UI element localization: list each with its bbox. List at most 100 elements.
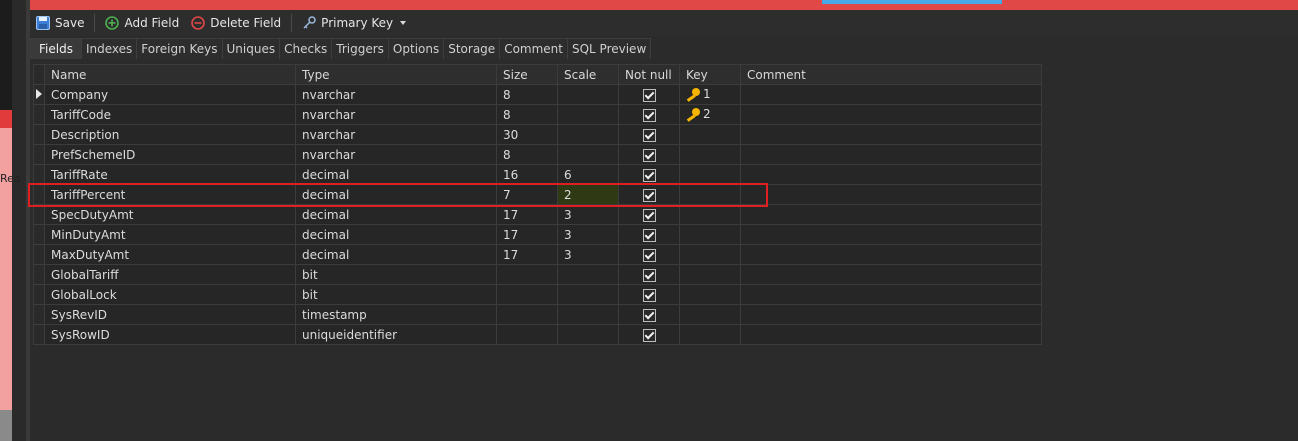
field-type-cell[interactable]: nvarchar (295, 124, 497, 145)
field-type-cell[interactable]: bit (295, 284, 497, 305)
not-null-checkbox[interactable] (642, 168, 656, 182)
not-null-checkbox[interactable] (642, 328, 656, 342)
field-comment-cell[interactable] (740, 304, 1042, 325)
key-cell[interactable] (679, 264, 741, 285)
field-scale-cell[interactable]: 6 (557, 164, 619, 185)
field-name-cell[interactable]: PrefSchemeID (44, 144, 296, 165)
key-cell[interactable] (679, 224, 741, 245)
tab-foreign-keys[interactable]: Foreign Keys (136, 38, 223, 59)
row-header[interactable] (33, 104, 45, 125)
key-cell[interactable] (679, 204, 741, 225)
field-type-cell[interactable]: decimal (295, 224, 497, 245)
delete-field-button[interactable]: Delete Field (185, 12, 287, 34)
not-null-cell[interactable] (618, 104, 680, 125)
column-header-size[interactable]: Size (496, 64, 558, 85)
field-name-cell[interactable]: TariffRate (44, 164, 296, 185)
field-size-cell[interactable]: 17 (496, 244, 558, 265)
field-scale-cell[interactable]: 3 (557, 244, 619, 265)
row-header[interactable] (33, 124, 45, 145)
not-null-cell[interactable] (618, 244, 680, 265)
field-scale-cell[interactable] (557, 84, 619, 105)
column-header-type[interactable]: Type (295, 64, 497, 85)
row-header[interactable] (33, 204, 45, 225)
field-type-cell[interactable]: decimal (295, 204, 497, 225)
not-null-cell[interactable] (618, 204, 680, 225)
field-row[interactable]: TariffPercent decimal 7 2 (33, 184, 1042, 205)
field-scale-cell[interactable]: 3 (557, 224, 619, 245)
field-scale-cell[interactable] (557, 104, 619, 125)
field-comment-cell[interactable] (740, 224, 1042, 245)
not-null-cell[interactable] (618, 224, 680, 245)
field-scale-cell[interactable] (557, 284, 619, 305)
active-document-tab[interactable] (822, 0, 1002, 4)
field-name-cell[interactable]: TariffPercent (44, 184, 296, 205)
key-cell[interactable]: 1 (679, 84, 741, 105)
column-header-name[interactable]: Name (44, 64, 296, 85)
tab-fields[interactable]: Fields (30, 38, 82, 59)
not-null-cell[interactable] (618, 304, 680, 325)
field-size-cell[interactable]: 8 (496, 84, 558, 105)
not-null-checkbox[interactable] (642, 288, 656, 302)
key-cell[interactable] (679, 284, 741, 305)
field-type-cell[interactable]: decimal (295, 244, 497, 265)
field-type-cell[interactable]: nvarchar (295, 84, 497, 105)
key-cell[interactable] (679, 184, 741, 205)
field-name-cell[interactable]: GlobalLock (44, 284, 296, 305)
field-comment-cell[interactable] (740, 84, 1042, 105)
not-null-cell[interactable] (618, 144, 680, 165)
not-null-cell[interactable] (618, 184, 680, 205)
not-null-cell[interactable] (618, 124, 680, 145)
not-null-cell[interactable] (618, 284, 680, 305)
key-cell[interactable] (679, 304, 741, 325)
tab-checks[interactable]: Checks (279, 38, 333, 59)
not-null-cell[interactable] (618, 324, 680, 345)
row-header[interactable] (33, 84, 45, 105)
field-comment-cell[interactable] (740, 264, 1042, 285)
primary-key-button[interactable]: Primary Key (296, 12, 412, 34)
column-header-not-null[interactable]: Not null (618, 64, 680, 85)
not-null-checkbox[interactable] (642, 108, 656, 122)
key-cell[interactable] (679, 144, 741, 165)
field-size-cell[interactable]: 17 (496, 204, 558, 225)
not-null-checkbox[interactable] (642, 208, 656, 222)
save-button[interactable]: Save (30, 12, 90, 34)
not-null-cell[interactable] (618, 84, 680, 105)
field-comment-cell[interactable] (740, 144, 1042, 165)
field-row[interactable]: SysRevID timestamp (33, 304, 1042, 325)
row-header[interactable] (33, 244, 45, 265)
add-field-button[interactable]: Add Field (99, 12, 185, 34)
row-header[interactable] (33, 324, 45, 345)
field-size-cell[interactable]: 8 (496, 144, 558, 165)
field-name-cell[interactable]: TariffCode (44, 104, 296, 125)
field-scale-cell[interactable] (557, 264, 619, 285)
not-null-checkbox[interactable] (642, 308, 656, 322)
field-name-cell[interactable]: GlobalTariff (44, 264, 296, 285)
field-comment-cell[interactable] (740, 204, 1042, 225)
field-row[interactable]: GlobalLock bit (33, 284, 1042, 305)
field-scale-cell[interactable] (557, 144, 619, 165)
column-header-comment[interactable]: Comment (740, 64, 1042, 85)
column-header-key[interactable]: Key (679, 64, 741, 85)
field-size-cell[interactable] (496, 284, 558, 305)
field-type-cell[interactable]: nvarchar (295, 144, 497, 165)
field-name-cell[interactable]: MinDutyAmt (44, 224, 296, 245)
tab-uniques[interactable]: Uniques (221, 38, 281, 59)
field-type-cell[interactable]: decimal (295, 164, 497, 185)
key-cell[interactable]: 2 (679, 104, 741, 125)
field-row[interactable]: GlobalTariff bit (33, 264, 1042, 285)
field-comment-cell[interactable] (740, 164, 1042, 185)
not-null-checkbox[interactable] (642, 248, 656, 262)
key-cell[interactable] (679, 244, 741, 265)
field-size-cell[interactable]: 7 (496, 184, 558, 205)
not-null-checkbox[interactable] (642, 128, 656, 142)
field-scale-cell[interactable]: 2 (557, 184, 619, 205)
field-size-cell[interactable]: 16 (496, 164, 558, 185)
key-cell[interactable] (679, 164, 741, 185)
field-scale-cell[interactable] (557, 304, 619, 325)
not-null-checkbox[interactable] (642, 268, 656, 282)
field-comment-cell[interactable] (740, 124, 1042, 145)
field-comment-cell[interactable] (740, 244, 1042, 265)
field-row[interactable]: MinDutyAmt decimal 17 3 (33, 224, 1042, 245)
field-row[interactable]: MaxDutyAmt decimal 17 3 (33, 244, 1042, 265)
field-size-cell[interactable] (496, 264, 558, 285)
